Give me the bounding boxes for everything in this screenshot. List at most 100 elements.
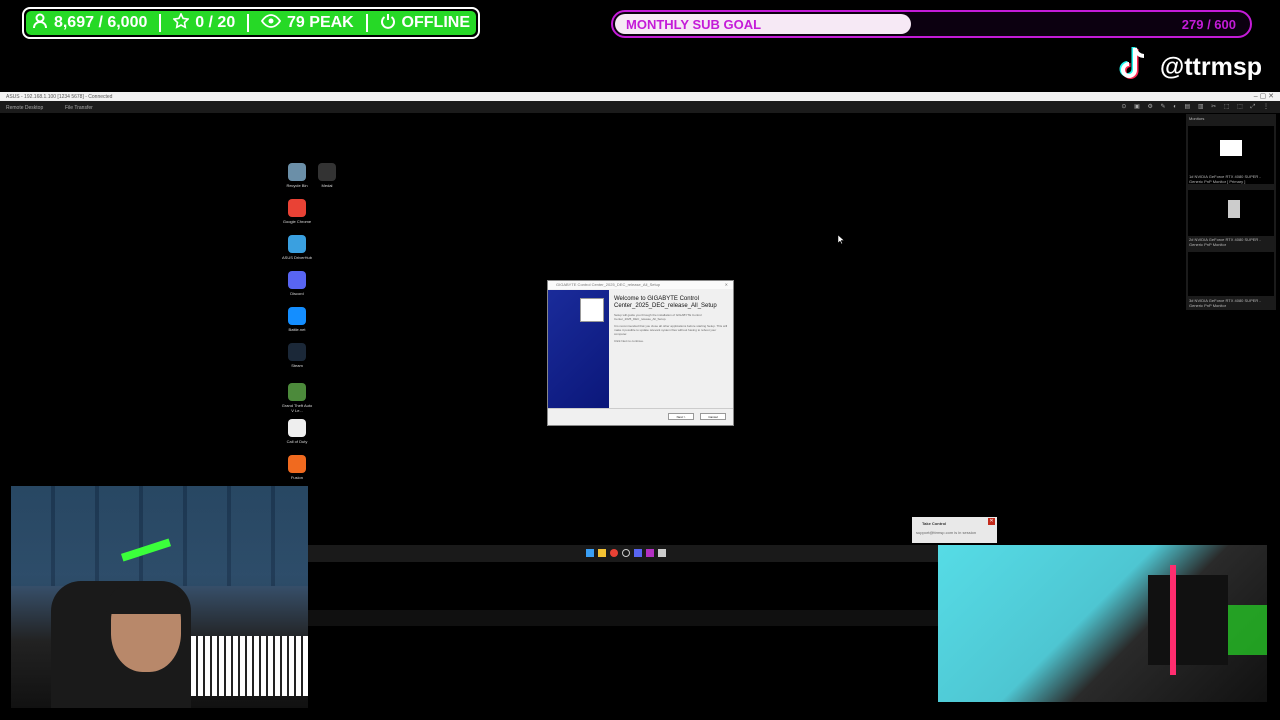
- desktop-icon[interactable]: Steam: [280, 343, 314, 368]
- app-icon: [318, 163, 336, 181]
- cancel-button[interactable]: Cancel: [700, 413, 726, 420]
- remote-window-titlebar[interactable]: ASUS - 192.168.1.100 [1234 5678] - Conne…: [0, 92, 1280, 101]
- dialog-footer: Next > Cancel: [548, 408, 733, 425]
- mouse-cursor-icon: [837, 231, 845, 249]
- installer-dialog[interactable]: GIGABYTE Control Center_2025_DEC_release…: [547, 280, 734, 426]
- monitor-label-2: 2# NVIDIA GeForce RTX 4080 SUPER - Gener…: [1189, 237, 1261, 247]
- desktop-icons: Recycle Bin Medal Google Chrome ASUS Driver…: [280, 163, 350, 483]
- desktop-icon-label: Fusion: [290, 475, 303, 480]
- monitor-thumb-3[interactable]: [1188, 252, 1274, 296]
- desktop-icon[interactable]: Medal: [310, 163, 344, 188]
- followers-count: 8,697 / 6,000: [53, 14, 148, 31]
- discord-icon[interactable]: [634, 549, 642, 557]
- remote-app-icon[interactable]: [658, 549, 666, 557]
- pink-light-bar: [1170, 565, 1176, 675]
- desktop-icon[interactable]: Call of Duty: [280, 419, 314, 444]
- desktop-icon[interactable]: Recycle Bin: [280, 163, 314, 188]
- desktop-icon-label: Medal: [321, 183, 333, 188]
- keyboard: [191, 636, 308, 696]
- handle-text: @ttrmsp: [1159, 53, 1262, 81]
- sub-goal-bar: MONTHLY SUB GOAL 279 / 600: [611, 10, 1252, 38]
- stream-stats-bar: 8,697 / 6,000 0 / 20 79 PEAK OFFLINE: [22, 7, 480, 39]
- power-icon: [380, 13, 396, 34]
- cap: [106, 584, 186, 614]
- app-icon[interactable]: [646, 549, 654, 557]
- desktop-icon[interactable]: Grand Theft Auto V Le...: [280, 383, 314, 413]
- desktop-icon-label: Call of Duty: [286, 439, 308, 444]
- room-equipment: [1148, 575, 1228, 665]
- remote-taskbar: [308, 545, 938, 562]
- room-camera: [938, 545, 1267, 702]
- stars-count: 0 / 20: [195, 14, 236, 31]
- monitors-panel: Monitors 1# NVIDIA GeForce RTX 4080 SUPE…: [1186, 114, 1276, 310]
- status-label: OFFLINE: [401, 14, 470, 31]
- dialog-title: GIGABYTE Control Center_2025_DEC_release…: [556, 282, 661, 287]
- desktop-icon-label: Recycle Bin: [286, 183, 308, 188]
- app-icon: [288, 343, 306, 361]
- remote-window-menubar: Remote Desktop File Transfer ⊙ ▣ ⚙ ✎ ◐ ▤…: [0, 101, 1280, 113]
- secondary-taskbar: [308, 610, 938, 626]
- installer-banner: [548, 290, 609, 408]
- app-icon: [288, 235, 306, 253]
- app-icon: [288, 199, 306, 217]
- tab-file-transfer[interactable]: File Transfer: [65, 105, 93, 111]
- streamer-webcam: [11, 486, 308, 708]
- user-icon: [32, 13, 48, 34]
- toolbar-icons[interactable]: ⊙ ▣ ⚙ ✎ ◐ ▤ ▥ ✂ ⬚ ⬚ ⤢ ⋮: [1121, 103, 1272, 111]
- sub-goal-count: 279 / 600: [1181, 17, 1236, 32]
- followers-stat: 8,697 / 6,000: [32, 13, 147, 34]
- monitor-thumb-2[interactable]: [1188, 190, 1274, 236]
- peak-stat: 79 PEAK: [260, 13, 354, 33]
- close-icon[interactable]: ✕: [988, 518, 995, 525]
- desktop-icon[interactable]: Fusion: [280, 455, 314, 480]
- close-icon[interactable]: ✕: [725, 281, 728, 289]
- peak-count: 79 PEAK: [287, 14, 354, 31]
- chrome-icon[interactable]: [610, 549, 618, 557]
- monitor-thumb-content: [1228, 200, 1240, 218]
- monitor-thumb-content: [1220, 140, 1242, 156]
- dialog-titlebar[interactable]: GIGABYTE Control Center_2025_DEC_release…: [548, 281, 733, 289]
- remote-window-title: ASUS - 192.168.1.100 [1234 5678] - Conne…: [6, 94, 113, 100]
- dialog-text-1: Setup will guide you through the install…: [614, 313, 702, 321]
- stars-stat: 0 / 20: [172, 11, 236, 34]
- app-icon: [288, 455, 306, 473]
- star-icon: [172, 11, 190, 34]
- desktop-icon-label: Battle.net: [288, 327, 306, 332]
- installer-logo-icon: [580, 298, 604, 322]
- desktop-icon[interactable]: Discord: [280, 271, 314, 296]
- desktop-icon-label: Steam: [291, 363, 303, 368]
- next-button[interactable]: Next >: [668, 413, 694, 420]
- desktop-icon-label: Grand Theft Auto V Le...: [281, 403, 313, 413]
- desktop-icon[interactable]: Battle.net: [280, 307, 314, 332]
- desktop-icon[interactable]: ASUS DriverHub: [280, 235, 314, 260]
- social-handle: @ttrmsp: [1116, 46, 1262, 89]
- divider: [365, 14, 368, 32]
- toast-text: support@ttrmsp.com is in session: [916, 530, 977, 535]
- shelf-background: [11, 486, 308, 586]
- app-icon: [288, 419, 306, 437]
- dialog-body: Welcome to GIGABYTE Control Center_2025_…: [614, 296, 728, 343]
- tiktok-icon: [1116, 46, 1150, 89]
- clock-icon[interactable]: [622, 549, 630, 557]
- dialog-text-2: It is recommended that you close all oth…: [614, 324, 728, 336]
- tab-remote-desktop[interactable]: Remote Desktop: [6, 105, 43, 111]
- app-icon: [288, 271, 306, 289]
- divider: [159, 14, 162, 32]
- eye-icon: [260, 13, 282, 33]
- desktop-icon-label: ASUS DriverHub: [281, 255, 312, 260]
- dialog-heading: Welcome to GIGABYTE Control Center_2025_…: [614, 296, 717, 309]
- windows-start-icon[interactable]: [586, 549, 594, 557]
- app-icon: [288, 307, 306, 325]
- window-controls-icon[interactable]: – ▢ ✕: [1254, 92, 1274, 100]
- toast-title: Take Control: [922, 521, 947, 526]
- sub-goal-label: MONTHLY SUB GOAL: [626, 17, 762, 32]
- file-explorer-icon[interactable]: [598, 549, 606, 557]
- dialog-text-3: Click Next to continue.: [614, 339, 644, 343]
- desktop-icon-label: Google Chrome: [282, 219, 312, 224]
- green-light: [1228, 605, 1267, 655]
- monitors-title: Monitors: [1189, 116, 1205, 121]
- desktop-icon[interactable]: Google Chrome: [280, 199, 314, 224]
- desktop-icon-label: Discord: [290, 291, 304, 296]
- status-stat: OFFLINE: [380, 13, 470, 34]
- take-control-toast[interactable]: Take Control support@ttrmsp.com is in se…: [912, 517, 997, 543]
